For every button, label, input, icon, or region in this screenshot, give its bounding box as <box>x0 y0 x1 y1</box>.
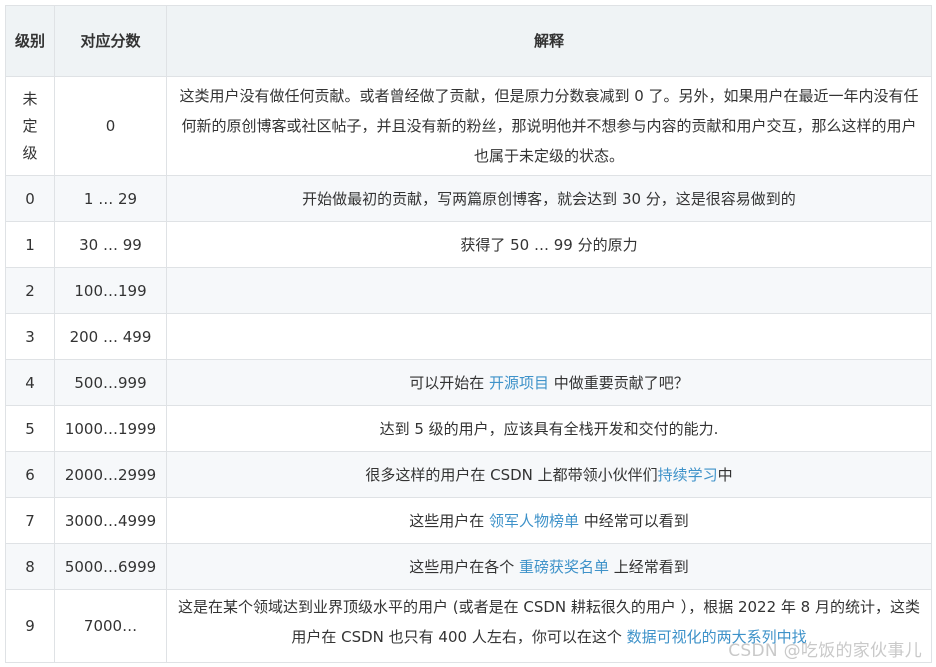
level-cell: 6 <box>5 451 55 498</box>
level-cell: 0 <box>5 175 55 222</box>
explanation-cell: 开始做最初的贡献，写两篇原创博客，就会达到 30 分，这是很容易做到的 <box>166 175 932 222</box>
table-row: 4 500…999 可以开始在 开源项目 中做重要贡献了吧？ <box>5 359 932 406</box>
explanation-text: 中做重要贡献了吧？ <box>549 373 689 392</box>
table-row: 7 3000…4999 这些用户在 领军人物榜单 中经常可以看到 <box>5 497 932 544</box>
award-list-link[interactable]: 重磅获奖名单 <box>519 558 609 576</box>
table-row: 5 1000…1999 达到 5 级的用户，应该具有全栈开发和交付的能力. <box>5 405 932 452</box>
explanation-cell: 获得了 50 … 99 分的原力 <box>166 221 932 268</box>
header-score: 对应分数 <box>54 5 167 77</box>
continuous-learning-link[interactable]: 持续学习 <box>658 466 718 484</box>
score-cell: 1000…1999 <box>54 405 167 452</box>
score-cell: 30 … 99 <box>54 221 167 268</box>
score-cell: 2000…2999 <box>54 451 167 498</box>
open-source-project-link[interactable]: 开源项目 <box>489 374 549 392</box>
explanation-cell: 很多这样的用户在 CSDN 上都带领小伙伴们持续学习中 <box>166 451 932 498</box>
explanation-text: 中 <box>717 465 733 484</box>
explanation-cell: 达到 5 级的用户，应该具有全栈开发和交付的能力. <box>166 405 932 452</box>
score-cell: 5000…6999 <box>54 543 167 590</box>
score-cell: 3000…4999 <box>54 497 167 544</box>
explanation-text: 上经常看到 <box>609 557 689 576</box>
level-cell: 未定级 <box>5 76 55 176</box>
level-score-table: 级别 对应分数 解释 未定级 0 这类用户没有做任何贡献。或者曾经做了贡献，但是… <box>5 5 932 663</box>
score-cell: 0 <box>54 76 167 176</box>
table-row: 1 30 … 99 获得了 50 … 99 分的原力 <box>5 221 932 268</box>
explanation-cell: 这些用户在各个 重磅获奖名单 上经常看到 <box>166 543 932 590</box>
explanation-cell: 这类用户没有做任何贡献。或者曾经做了贡献，但是原力分数衰减到 0 了。另外，如果… <box>166 76 932 176</box>
level-cell: 1 <box>5 221 55 268</box>
explanation-text: 这些用户在 <box>409 511 489 530</box>
level-cell: 2 <box>5 267 55 314</box>
level-cell: 4 <box>5 359 55 406</box>
table-row: 3 200 … 499 <box>5 313 932 360</box>
table-header-row: 级别 对应分数 解释 <box>5 5 932 77</box>
explanation-text: 这些用户在各个 <box>409 557 519 576</box>
level-text: 未定级 <box>22 89 38 162</box>
explanation-cell: 这些用户在 领军人物榜单 中经常可以看到 <box>166 497 932 544</box>
table-row: 8 5000…6999 这些用户在各个 重磅获奖名单 上经常看到 <box>5 543 932 590</box>
explanation-cell: 可以开始在 开源项目 中做重要贡献了吧？ <box>166 359 932 406</box>
table-row: 2 100…199 <box>5 267 932 314</box>
level-cell: 5 <box>5 405 55 452</box>
explanation-cell <box>166 313 932 360</box>
leaders-list-link[interactable]: 领军人物榜单 <box>489 512 579 530</box>
explanation-text: 中经常可以看到 <box>579 511 689 530</box>
header-level: 级别 <box>5 5 55 77</box>
level-cell: 9 <box>5 589 55 663</box>
level-cell: 7 <box>5 497 55 544</box>
score-cell: 7000… <box>54 589 167 663</box>
score-cell: 1 … 29 <box>54 175 167 222</box>
level-cell: 8 <box>5 543 55 590</box>
table-row: 未定级 0 这类用户没有做任何贡献。或者曾经做了贡献，但是原力分数衰减到 0 了… <box>5 76 932 176</box>
header-explanation: 解释 <box>166 5 932 77</box>
explanation-text: 可以开始在 <box>409 373 489 392</box>
table-row: 6 2000…2999 很多这样的用户在 CSDN 上都带领小伙伴们持续学习中 <box>5 451 932 498</box>
table-row: 0 1 … 29 开始做最初的贡献，写两篇原创博客，就会达到 30 分，这是很容… <box>5 175 932 222</box>
explanation-cell <box>166 267 932 314</box>
score-cell: 100…199 <box>54 267 167 314</box>
explanation-text: 很多这样的用户在 CSDN 上都带领小伙伴们 <box>365 465 658 484</box>
score-cell: 500…999 <box>54 359 167 406</box>
level-cell: 3 <box>5 313 55 360</box>
csdn-watermark: CSDN @吃饭的家伙事儿 <box>728 641 922 661</box>
score-cell: 200 … 499 <box>54 313 167 360</box>
